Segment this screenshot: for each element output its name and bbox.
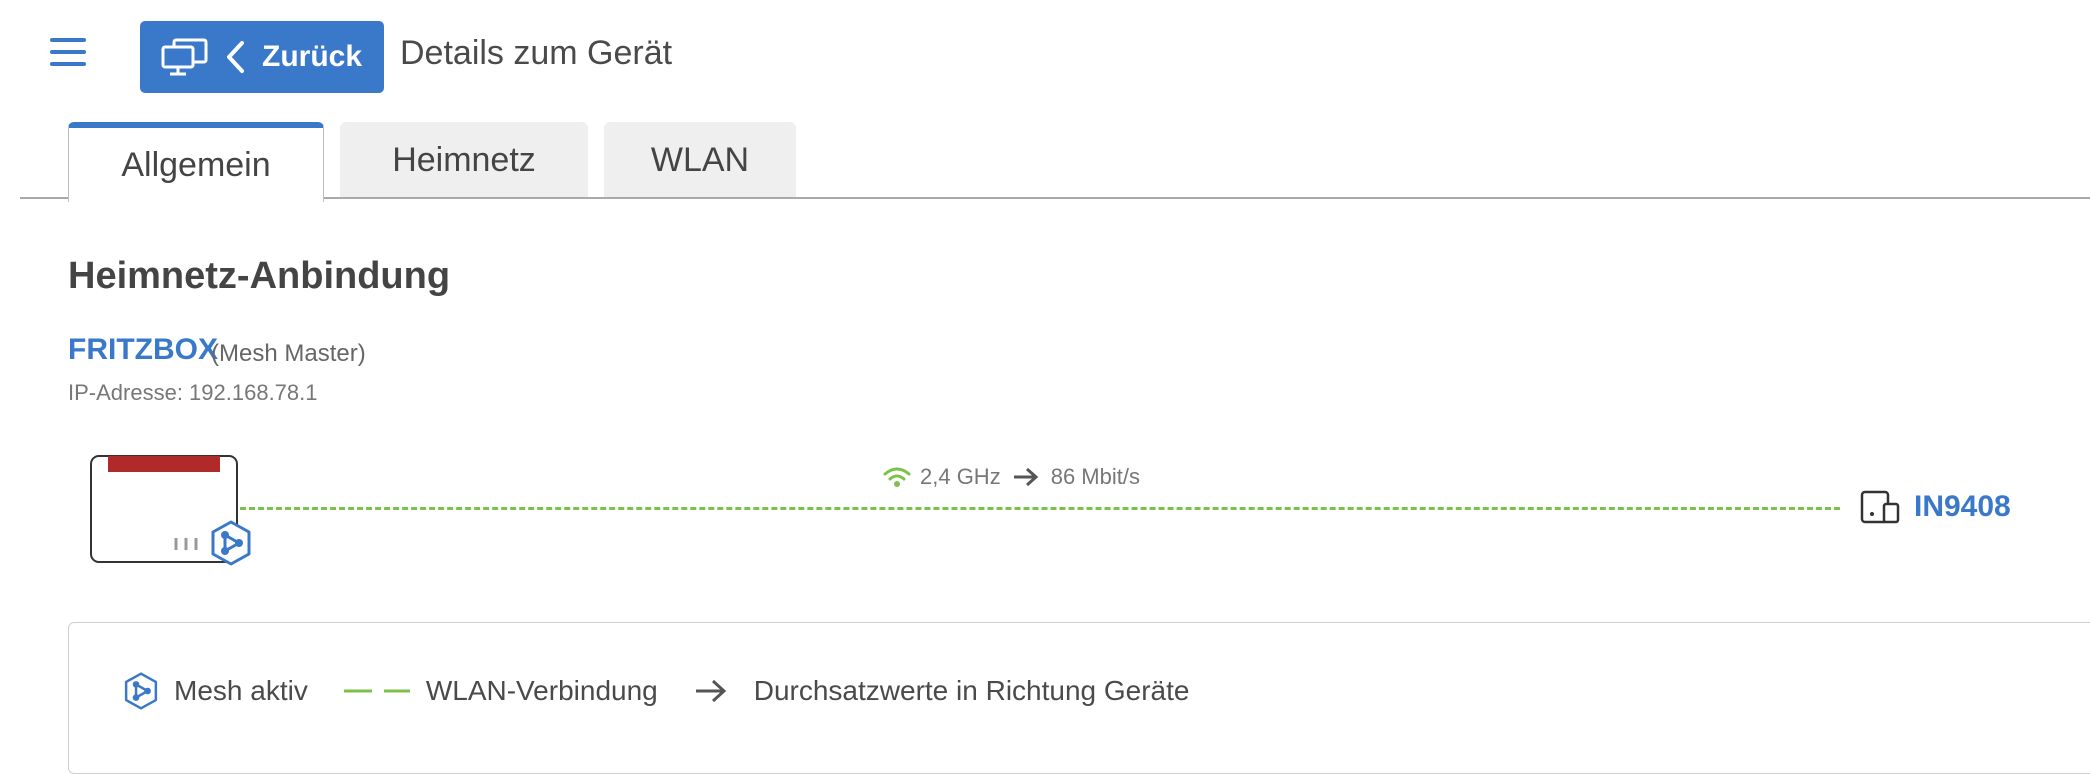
mesh-icon <box>211 520 251 566</box>
ip-address: IP-Adresse: 192.168.78.1 <box>68 380 318 405</box>
connection-info: 2,4 GHz 86 Mbit/s <box>882 464 1140 490</box>
menu-button[interactable] <box>50 38 86 68</box>
tablet-phone-icon <box>1860 490 1900 524</box>
legend-mesh-label: Mesh aktiv <box>174 675 308 706</box>
legend-wlan-label: WLAN-Verbindung <box>425 675 658 706</box>
page-title: Details zum Gerät <box>400 34 673 72</box>
devices-icon <box>161 38 208 76</box>
master-device-link[interactable]: FRITZBOX <box>68 333 218 367</box>
throughput-label: 86 Mbit/s <box>1050 464 1140 489</box>
dashed-line-icon <box>343 689 410 693</box>
legend: Mesh aktiv WLAN-Verbindung Durchsatzwert… <box>122 672 1189 710</box>
wlan-connection-line <box>240 507 1840 510</box>
arrow-right-icon <box>1013 467 1038 487</box>
legend-throughput-label: Durchsatzwerte in Richtung Geräte <box>753 675 1190 706</box>
tab-wlan[interactable]: WLAN <box>604 122 796 198</box>
tab-heimnetz[interactable]: Heimnetz <box>340 122 588 198</box>
mesh-icon <box>124 672 158 710</box>
frequency-label: 2,4 GHz <box>920 464 1001 489</box>
client-device: IN9408 <box>1860 490 2011 524</box>
tab-allgemein[interactable]: Allgemein <box>68 122 324 202</box>
wifi-icon <box>883 467 911 487</box>
client-device-link[interactable]: IN9408 <box>1914 490 2011 524</box>
chevron-left-icon <box>227 41 244 73</box>
back-button[interactable]: Zurück <box>140 21 384 93</box>
back-button-label: Zurück <box>262 40 363 73</box>
arrow-right-icon <box>695 679 726 703</box>
section-title: Heimnetz-Anbindung <box>68 255 451 297</box>
tab-divider <box>20 197 2090 199</box>
master-device-role: (Mesh Master) <box>211 340 366 367</box>
